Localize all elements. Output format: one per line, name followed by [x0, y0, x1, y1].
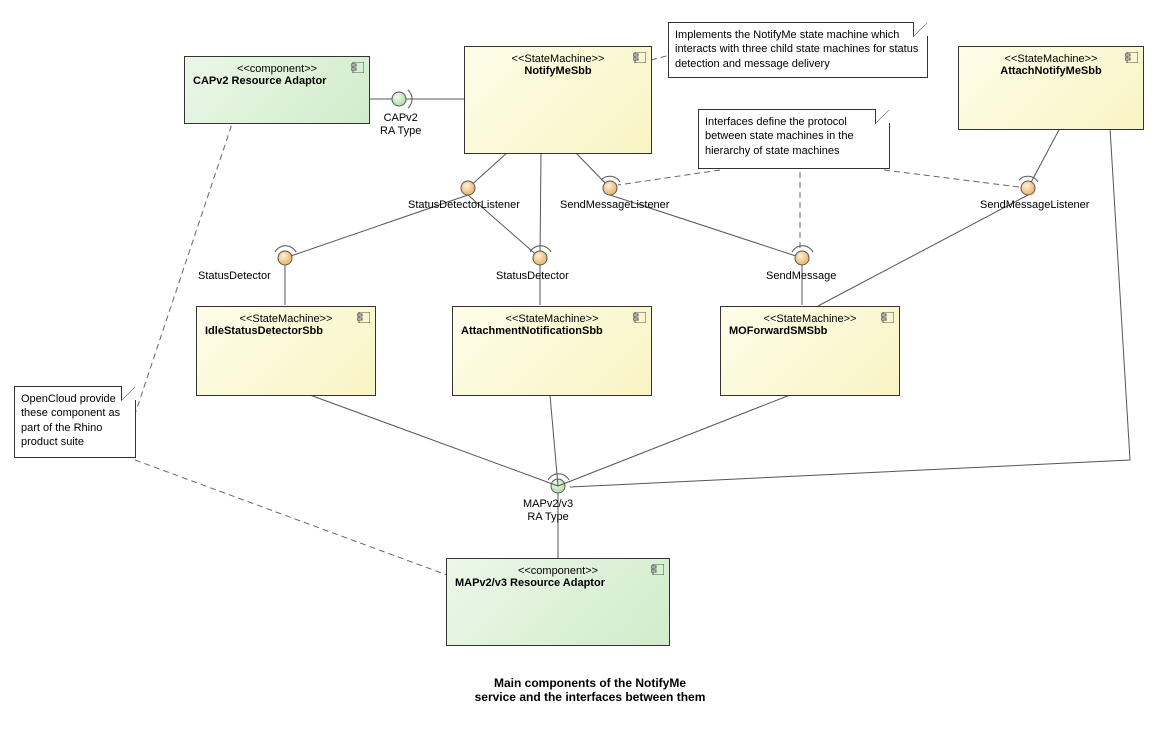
stereotype: <<StateMachine>> — [461, 313, 643, 325]
note-text: Interfaces define the protocol between s… — [705, 116, 854, 157]
stereotype: <<StateMachine>> — [729, 313, 891, 325]
note-implements: Implements the NotifyMe state machine wh… — [668, 22, 928, 78]
statemachine-attachmentnotificationsbb: <<StateMachine>> AttachmentNotificationS… — [452, 306, 652, 396]
component-name: NotifyMeSbb — [473, 65, 643, 77]
label-statusdetector-1: StatusDetector — [198, 270, 271, 283]
note-interfaces: Interfaces define the protocol between s… — [698, 109, 890, 169]
label-statusdetectorlistener: StatusDetectorListener — [408, 199, 520, 212]
label-statusdetector-2: StatusDetector — [496, 270, 569, 283]
statemachine-moforwardsmsbb: <<StateMachine>> MOForwardSMSbb — [720, 306, 900, 396]
component-name: MAPv2/v3 Resource Adaptor — [455, 577, 661, 589]
statemachine-notifymesbb: <<StateMachine>> NotifyMeSbb — [464, 46, 652, 154]
component-icon — [1125, 52, 1138, 63]
statemachine-idlestatusdetectorsbb: <<StateMachine>> IdleStatusDetectorSbb — [196, 306, 376, 396]
component-icon — [357, 312, 370, 323]
stereotype: <<StateMachine>> — [205, 313, 367, 325]
component-mapv2v3: <<component>> MAPv2/v3 Resource Adaptor — [446, 558, 670, 646]
stereotype: <<StateMachine>> — [473, 53, 643, 65]
component-capv2: <<component>> CAPv2 Resource Adaptor — [184, 56, 370, 124]
label-mapv2-ratype: MAPv2/v3 RA Type — [523, 498, 573, 524]
component-name: AttachNotifyMeSbb — [967, 65, 1135, 77]
component-icon — [633, 312, 646, 323]
component-icon — [881, 312, 894, 323]
note-text: Implements the NotifyMe state machine wh… — [675, 29, 918, 70]
label-capv2-ratype: CAPv2 RA Type — [380, 112, 421, 138]
note-text: OpenCloud provide these component as par… — [21, 393, 120, 448]
component-icon — [351, 62, 364, 73]
component-name: AttachmentNotificationSbb — [461, 325, 643, 337]
component-name: MOForwardSMSbb — [729, 325, 891, 337]
label-sendmessagelistener-2: SendMessageListener — [980, 199, 1089, 212]
statemachine-attachnotifymesbb: <<StateMachine>> AttachNotifyMeSbb — [958, 46, 1144, 130]
component-name: IdleStatusDetectorSbb — [205, 325, 367, 337]
component-name: CAPv2 Resource Adaptor — [193, 75, 361, 87]
diagram-caption: Main components of the NotifyMe service … — [440, 676, 740, 704]
label-sendmessage: SendMessage — [766, 270, 836, 283]
note-opencloud: OpenCloud provide these component as par… — [14, 386, 136, 458]
stereotype: <<component>> — [455, 565, 661, 577]
component-icon — [633, 52, 646, 63]
stereotype: <<StateMachine>> — [967, 53, 1135, 65]
stereotype: <<component>> — [193, 63, 361, 75]
component-icon — [651, 564, 664, 575]
label-sendmessagelistener: SendMessageListener — [560, 199, 669, 212]
